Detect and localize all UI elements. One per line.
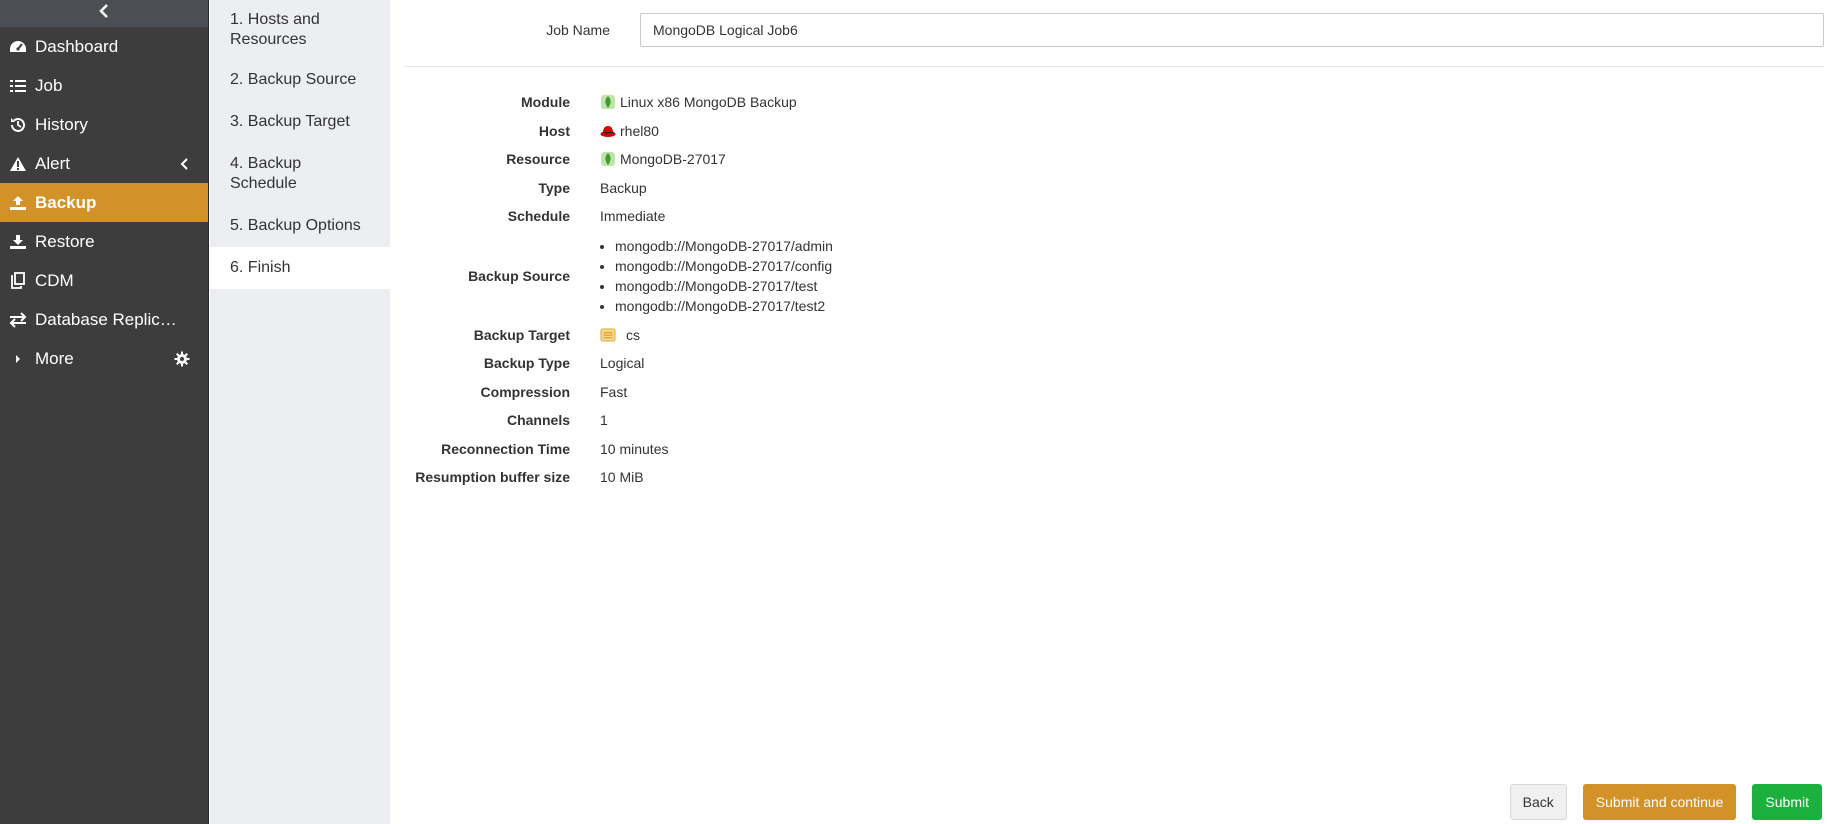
copy-icon xyxy=(0,272,35,289)
mongodb-leaf-icon xyxy=(600,94,616,110)
summary-key: Backup Source xyxy=(468,267,570,284)
sidebar-item-label: History xyxy=(35,114,88,134)
summary-row-schedule: Schedule Immediate xyxy=(404,202,1832,231)
summary-key: Module xyxy=(521,94,570,111)
sidebar-item-alert[interactable]: Alert xyxy=(0,144,208,183)
history-icon xyxy=(0,116,35,134)
submit-button[interactable]: Submit xyxy=(1752,784,1822,820)
summary-row-channels: Channels 1 xyxy=(404,406,1832,435)
summary-row-reconnection-time: Reconnection Time 10 minutes xyxy=(404,435,1832,464)
sidebar-item-label: Backup xyxy=(35,192,97,212)
summary-row-type: Type Backup xyxy=(404,174,1832,203)
dashboard-icon xyxy=(0,39,35,55)
list-icon xyxy=(0,78,35,94)
sidebar-item-database-replication[interactable]: Database Replication xyxy=(0,300,208,339)
main-content: Job Name MongoDB Logical Job6 Module Lin… xyxy=(390,0,1832,824)
summary-key: Resumption buffer size xyxy=(415,469,570,486)
summary-key: Channels xyxy=(506,412,570,429)
list-item: mongodb://MongoDB-27017/config xyxy=(615,256,833,276)
summary-value: 1 xyxy=(600,412,608,429)
summary-row-module: Module Linux x86 MongoDB Backup xyxy=(404,88,1832,117)
sidebar-item-label: Alert xyxy=(35,153,70,173)
summary-key: Type xyxy=(538,179,570,196)
summary-row-backup-source: Backup Source mongodb://MongoDB-27017/ad… xyxy=(404,231,1832,321)
sidebar-item-label: Job xyxy=(35,75,63,95)
sidebar-item-label: Database Replication xyxy=(35,309,180,329)
summary-row-host: Host rhel80 xyxy=(404,117,1832,146)
summary-value: MongoDB-27017 xyxy=(620,151,726,168)
job-name-input[interactable]: MongoDB Logical Job6 xyxy=(640,13,1824,47)
exchange-icon xyxy=(0,311,35,328)
sidebar-item-dashboard[interactable]: Dashboard xyxy=(0,27,208,66)
summary-row-resumption-buffer: Resumption buffer size 10 MiB xyxy=(404,463,1832,492)
summary: Module Linux x86 MongoDB Backup Host rhe… xyxy=(404,88,1832,492)
gear-icon[interactable] xyxy=(174,339,190,378)
chevron-left-icon xyxy=(180,144,190,183)
summary-row-backup-target: Backup Target cs xyxy=(404,321,1832,350)
chevron-left-icon xyxy=(98,4,110,23)
step-hosts-and-resources[interactable]: 1. Hosts and Resources xyxy=(210,0,390,59)
summary-value: Logical xyxy=(600,355,645,372)
sidebar-item-job[interactable]: Job xyxy=(0,66,208,105)
sidebar: Dashboard Job History Alert Backup Resto… xyxy=(0,0,209,824)
caret-right-icon xyxy=(0,354,35,364)
summary-value: rhel80 xyxy=(620,122,659,139)
sidebar-item-label: Restore xyxy=(35,231,95,251)
sidebar-item-restore[interactable]: Restore xyxy=(0,222,208,261)
summary-value: cs xyxy=(626,326,640,343)
sidebar-collapse-button[interactable] xyxy=(0,0,208,27)
sidebar-item-label: Dashboard xyxy=(35,36,119,56)
back-button[interactable]: Back xyxy=(1509,784,1567,820)
sidebar-item-history[interactable]: History xyxy=(0,105,208,144)
list-item: mongodb://MongoDB-27017/test2 xyxy=(615,296,833,316)
backup-source-list: mongodb://MongoDB-27017/admin mongodb://… xyxy=(600,236,833,316)
step-finish[interactable]: 6. Finish xyxy=(210,247,390,289)
upload-icon xyxy=(0,195,35,211)
list-item: mongodb://MongoDB-27017/admin xyxy=(615,236,833,256)
summary-key: Schedule xyxy=(507,208,570,225)
sidebar-item-cdm[interactable]: CDM xyxy=(0,261,208,300)
summary-value: 10 MiB xyxy=(600,469,644,486)
summary-key: Reconnection Time xyxy=(441,440,570,457)
summary-row-backup-type: Backup Type Logical xyxy=(404,349,1832,378)
sidebar-item-more[interactable]: More xyxy=(0,339,208,378)
download-icon xyxy=(0,234,35,250)
step-backup-source[interactable]: 2. Backup Source xyxy=(210,59,390,101)
summary-key: Host xyxy=(538,122,570,139)
storage-icon xyxy=(600,327,616,343)
summary-row-resource: Resource MongoDB-27017 xyxy=(404,145,1832,174)
summary-key: Resource xyxy=(506,151,570,168)
summary-key: Compression xyxy=(480,383,570,400)
sidebar-item-backup[interactable]: Backup xyxy=(0,183,208,222)
sidebar-item-label: CDM xyxy=(35,270,74,290)
submit-and-continue-button[interactable]: Submit and continue xyxy=(1582,784,1737,820)
summary-row-compression: Compression Fast xyxy=(404,378,1832,407)
summary-value: 10 minutes xyxy=(600,440,669,457)
job-name-row: Job Name MongoDB Logical Job6 xyxy=(404,13,1824,47)
step-backup-options[interactable]: 5. Backup Options xyxy=(210,205,390,247)
divider xyxy=(404,66,1824,67)
summary-key: Backup Type xyxy=(483,355,570,372)
summary-value: Backup xyxy=(600,179,647,196)
summary-value: Immediate xyxy=(600,208,666,225)
mongodb-leaf-icon xyxy=(600,151,616,167)
wizard-footer: Back Submit and continue Submit xyxy=(1509,784,1822,820)
redhat-icon xyxy=(600,124,616,138)
step-backup-schedule[interactable]: 4. Backup Schedule xyxy=(210,143,390,205)
wizard-steps: 1. Hosts and Resources 2. Backup Source … xyxy=(210,0,390,824)
summary-value: Fast xyxy=(600,383,628,400)
job-name-label: Job Name xyxy=(546,22,610,38)
step-backup-target[interactable]: 3. Backup Target xyxy=(210,101,390,143)
list-item: mongodb://MongoDB-27017/test xyxy=(615,276,833,296)
warning-icon xyxy=(0,156,35,172)
sidebar-item-label: More xyxy=(35,348,74,368)
summary-value: Linux x86 MongoDB Backup xyxy=(620,94,797,111)
summary-key: Backup Target xyxy=(473,326,570,343)
